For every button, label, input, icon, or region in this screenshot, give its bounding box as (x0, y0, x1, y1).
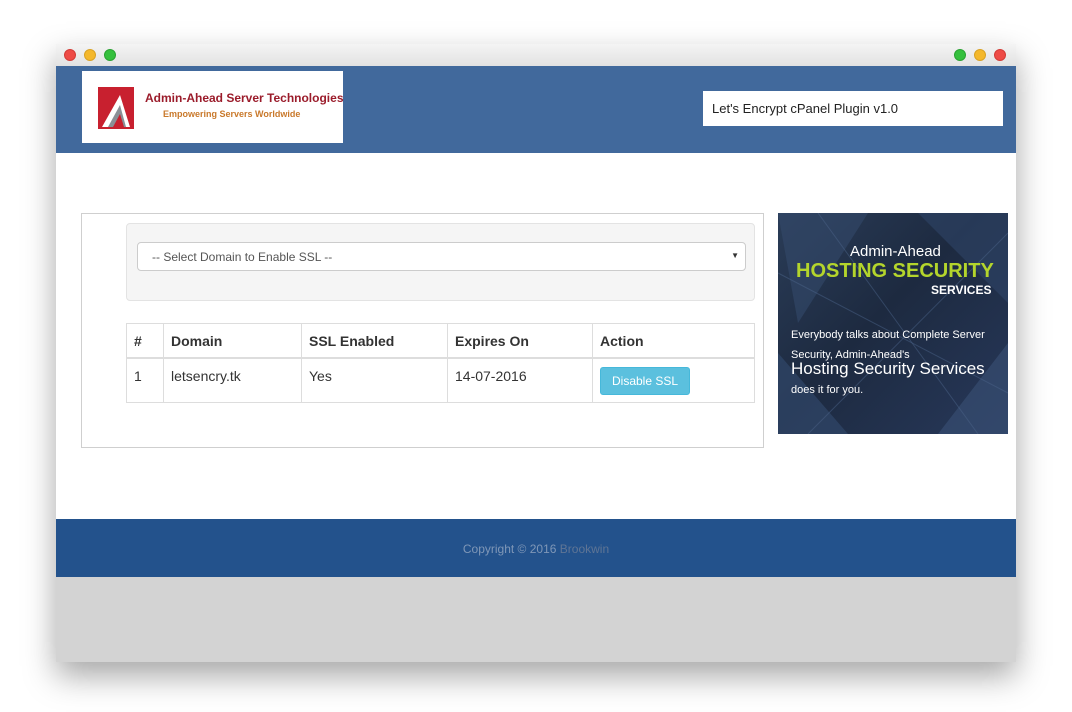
ad-line1: Admin-Ahead (850, 243, 941, 260)
col-header-domain: Domain (163, 323, 302, 359)
window-titlebar (56, 44, 1016, 67)
row-expires-on: 14-07-2016 (447, 357, 593, 403)
col-header-number: # (126, 323, 164, 359)
ssl-domains-table: # Domain SSL Enabled Expires On Action 1… (126, 323, 755, 403)
close-window-button[interactable] (64, 49, 76, 61)
ad-line2: HOSTING SECURITY (796, 260, 994, 282)
row-ssl-enabled: Yes (301, 357, 448, 403)
table-header-row: # Domain SSL Enabled Expires On Action (126, 323, 755, 359)
company-logo[interactable]: Admin-Ahead Server Technologies Empoweri… (82, 71, 344, 143)
domain-select-value: -- Select Domain to Enable SSL -- (152, 250, 333, 264)
col-header-action: Action (592, 323, 755, 359)
browser-window: Admin-Ahead Server Technologies Empoweri… (56, 44, 1016, 662)
col-header-ssl-enabled: SSL Enabled (301, 323, 448, 359)
page-header: Admin-Ahead Server Technologies Empoweri… (56, 66, 1016, 153)
plugin-version-label: Let's Encrypt cPanel Plugin v1.0 (703, 91, 1003, 126)
row-domain: letsencry.tk (163, 357, 302, 403)
logo-title: Admin-Ahead Server Technologies (145, 91, 344, 105)
disable-ssl-button[interactable]: Disable SSL (600, 366, 691, 395)
domain-select[interactable]: -- Select Domain to Enable SSL -- ▼ (137, 242, 746, 271)
col-header-expires-on: Expires On (447, 323, 593, 359)
close-window-button-right[interactable] (994, 49, 1006, 61)
hosting-security-ad-banner[interactable]: Admin-Ahead HOSTING SECURITY SERVICES Ev… (778, 213, 1008, 434)
page-footer: Copyright © 2016 Brookwin (56, 519, 1016, 577)
maximize-window-button[interactable] (104, 49, 116, 61)
ad-line3: SERVICES (931, 283, 992, 297)
maximize-window-button-right[interactable] (954, 49, 966, 61)
copyright-text: Copyright © 2016 (462, 542, 557, 556)
table-row: 1 letsencry.tk Yes 14-07-2016 Disable SS… (126, 357, 755, 403)
footer-copyright: Copyright © 2016 Brookwin (56, 519, 1016, 579)
row-action: Disable SSL (592, 357, 755, 403)
row-number: 1 (126, 357, 164, 403)
domain-select-well: -- Select Domain to Enable SSL -- ▼ (126, 223, 755, 301)
minimize-window-button[interactable] (84, 49, 96, 61)
minimize-window-button-right[interactable] (974, 49, 986, 61)
footer-brand-link[interactable]: Brookwin (560, 542, 609, 556)
ad-highlight-text: Hosting Security Services (791, 359, 985, 378)
ssl-panel: -- Select Domain to Enable SSL -- ▼ # Do… (81, 213, 764, 448)
ad-tail-text: does it for you. (791, 384, 864, 396)
caret-down-icon: ▼ (731, 251, 739, 260)
logo-subtitle: Empowering Servers Worldwide (163, 109, 301, 119)
admin-ahead-logo-icon (98, 87, 134, 129)
main-content: -- Select Domain to Enable SSL -- ▼ # Do… (56, 153, 1016, 519)
